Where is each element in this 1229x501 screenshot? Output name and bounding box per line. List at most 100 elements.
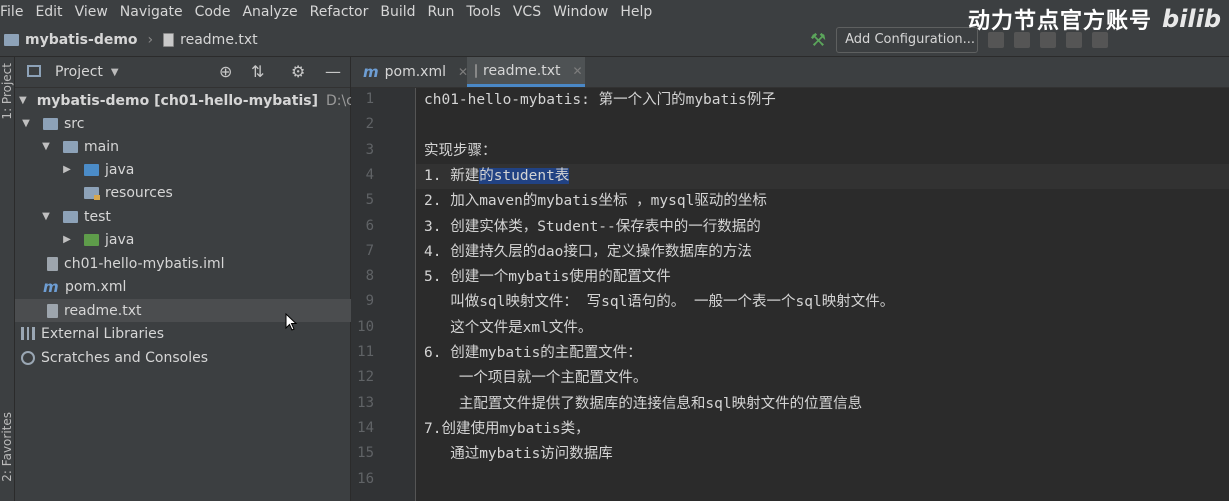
tree-item-test[interactable]: ▼ test [15,205,374,228]
left-tool-strip: 1: Project 2: Favorites [0,57,14,501]
menu-build[interactable]: Build [374,0,421,24]
line-number: 4 [365,166,374,183]
add-configuration-button[interactable]: Add Configuration... [836,27,979,53]
maven-icon: m [363,63,379,81]
line-number: 15 [357,445,374,462]
tree-item-label: ch01-hello-mybatis.iml [64,255,225,272]
tree-item-main[interactable]: ▼ main [15,135,374,158]
tree-item-scratches[interactable]: Scratches and Consoles [15,346,352,369]
line-number: 11 [357,344,374,360]
build-hammer-icon[interactable]: ⚒ [810,30,826,51]
breadcrumb-project[interactable]: mybatis-demo [25,32,138,48]
menu-edit[interactable]: Edit [29,0,68,24]
chevron-right-icon[interactable]: ▶ [60,164,74,175]
tree-item-pom[interactable]: m pom.xml [15,275,374,298]
menu-view[interactable]: View [69,0,114,24]
text-file-icon [47,303,58,318]
editor-text-area[interactable]: ch01-hello-mybatis: 第一个入门的mybatis例子 实现步骤：… [416,88,1229,501]
chevron-down-icon[interactable]: ▼ [19,118,33,129]
text-file-icon [163,33,175,47]
line-number: 3 [365,141,374,158]
line-number: 9 [365,293,374,310]
tree-item-iml[interactable]: ch01-hello-mybatis.iml [15,252,378,275]
line-number: 7 [365,242,374,259]
libraries-icon [21,327,35,340]
close-icon[interactable]: ✕ [573,64,583,78]
line-number: 12 [357,369,374,386]
code-line[interactable]: 主配置文件提供了数据库的连接信息和sql映射文件的位置信息 [424,392,862,417]
tree-item-root[interactable]: ▼ mybatis-demo [ch01-hello-mybatis] D:\c… [15,89,398,112]
menu-tools[interactable]: Tools [460,0,507,24]
line-number: 16 [357,470,374,487]
text-selection: 的student表 [479,167,570,184]
breadcrumb: mybatis-demo › readme.txt [4,32,258,48]
menu-navigate[interactable]: Navigate [114,0,189,24]
tab-project-tool-window[interactable]: 1: Project [0,63,14,120]
source-folder-icon [84,163,99,176]
chevron-down-icon[interactable]: ▼ [19,95,27,106]
tab-label: pom.xml [384,64,446,80]
code-line[interactable]: 这个文件是xml文件。 [424,316,592,341]
code-line[interactable]: 实现步骤： [424,139,497,164]
chevron-down-icon[interactable]: ▼ [39,141,53,152]
tab-readme-txt[interactable]: readme.txt ✕ [467,57,585,87]
folder-icon [63,210,78,223]
code-line[interactable]: 2. 加入maven的mybatis坐标 ，mysql驱动的坐标 [424,189,767,214]
code-line[interactable]: 1. 新建的student表 [424,164,570,189]
code-line-text: 1. 新建 [424,167,480,184]
chevron-right-icon[interactable]: ▶ [60,234,74,245]
tree-item-resources[interactable]: resources [15,181,409,204]
project-view-icon [27,65,41,77]
tree-item-external-libraries[interactable]: External Libraries [15,322,352,345]
tree-item-label: java [105,231,135,248]
editor-tab-bar: m pom.xml ✕ readme.txt ✕ [351,57,1229,88]
watermark-text: 动力节点官方账号 [967,9,1152,34]
code-line[interactable]: 6. 创建mybatis的主配置文件： [424,341,642,366]
code-line[interactable]: 通过mybatis访问数据库 [424,442,613,467]
tab-pom-xml[interactable]: m pom.xml ✕ [355,57,468,87]
gear-icon[interactable]: ⚙ [291,62,305,81]
code-line[interactable]: 7.创建使用mybatis类， [424,417,590,442]
hide-panel-icon[interactable]: — [325,62,341,81]
line-number: 2 [365,116,374,133]
bilibili-logo: bilib [1161,5,1221,33]
menu-run[interactable]: Run [422,0,461,24]
tree-item-test-java[interactable]: ▶ java [15,228,395,251]
tree-item-label: mybatis-demo [ch01-hello-mybatis] [36,92,318,109]
tree-item-label: readme.txt [64,302,142,319]
line-number: 6 [365,217,374,234]
menu-analyze[interactable]: Analyze [236,0,303,24]
line-number: 10 [357,318,374,335]
chevron-down-icon[interactable]: ▼ [39,211,53,222]
text-file-icon [475,63,477,78]
resources-folder-icon [84,186,100,200]
menu-vcs[interactable]: VCS [507,0,547,24]
code-line[interactable]: 叫做sql映射文件： 写sql语句的。 一般一个表一个sql映射文件。 [424,290,894,315]
menu-window[interactable]: Window [547,0,614,24]
menu-file[interactable]: File [0,0,29,24]
mouse-pointer-icon [285,313,298,331]
code-line[interactable]: 3. 创建实体类，Student--保存表中的一行数据的 [424,215,761,240]
code-line[interactable]: 一个项目就一个主配置文件。 [424,366,648,391]
tree-item-readme[interactable]: readme.txt [15,299,378,322]
scratches-icon [21,350,35,365]
collapse-all-icon[interactable]: ⇅ [251,62,264,81]
menu-refactor[interactable]: Refactor [304,0,375,24]
tree-item-src[interactable]: ▼ src [15,112,354,135]
maven-icon: m [43,277,59,296]
iml-file-icon [47,256,58,271]
locate-target-icon[interactable]: ⊕ [219,62,232,81]
chevron-down-icon[interactable]: ▼ [111,67,119,78]
code-line[interactable]: 5. 创建一个mybatis使用的配置文件 [424,265,671,290]
project-panel-header: Project ▼ ⊕ ⇅ ⚙ — [15,57,350,88]
code-line[interactable]: 4. 创建持久层的dao接口，定义操作数据库的方法 [424,240,752,265]
code-line[interactable]: ch01-hello-mybatis: 第一个入门的mybatis例子 [424,88,776,113]
tab-favorites-tool-window[interactable]: 2: Favorites [0,412,14,482]
menu-help[interactable]: Help [614,0,658,24]
breadcrumb-file[interactable]: readme.txt [180,32,258,48]
menu-code[interactable]: Code [189,0,237,24]
tree-item-main-java[interactable]: ▶ java [15,158,395,181]
tree-item-label: resources [105,184,173,201]
project-panel-title[interactable]: Project [55,64,103,80]
line-number: 5 [365,192,374,209]
